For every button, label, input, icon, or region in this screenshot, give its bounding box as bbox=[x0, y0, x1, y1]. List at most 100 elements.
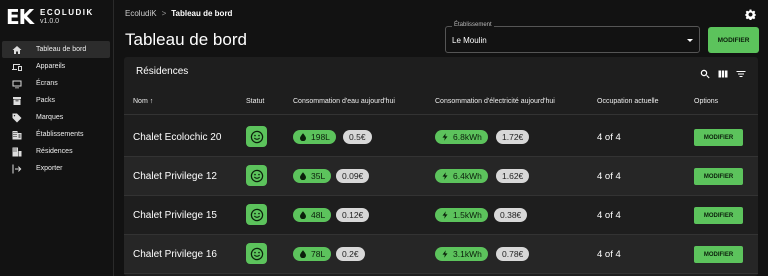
smiley-status-icon bbox=[246, 126, 267, 147]
pack-icon bbox=[11, 96, 23, 106]
sidebar-item-label: Écrans bbox=[36, 80, 58, 87]
water-drop-icon bbox=[300, 172, 306, 180]
water-cost-pill: 0.2€ bbox=[336, 247, 365, 261]
column-header-status[interactable]: Statut bbox=[246, 98, 264, 105]
table-row: Chalet Privilege 16 78L 0.2€ 3.1kWh 0.78… bbox=[124, 235, 758, 274]
column-header-water[interactable]: Consommation d'eau aujourd'hui bbox=[293, 98, 395, 105]
residence-name: Chalet Privilege 15 bbox=[133, 210, 217, 221]
smiley-status-icon bbox=[246, 165, 267, 186]
brand-name: ECOLUDIK bbox=[40, 8, 94, 17]
modify-residence-button[interactable]: MODIFIER bbox=[694, 246, 743, 263]
lightning-icon bbox=[442, 172, 448, 180]
filter-icon[interactable] bbox=[736, 66, 746, 84]
column-header-occupancy[interactable]: Occupation actuelle bbox=[597, 98, 658, 105]
breadcrumb: EcoludiK > Tableau de bord bbox=[125, 9, 232, 18]
sidebar: EK ECOLUDIK v1.0.0 Tableau de bord Appar… bbox=[0, 0, 114, 276]
building-icon bbox=[11, 130, 23, 140]
smiley-status-icon bbox=[246, 243, 267, 264]
establishment-select-label: Établissement bbox=[452, 22, 494, 28]
monitor-icon bbox=[11, 79, 23, 89]
electricity-cost-pill: 1.72€ bbox=[496, 130, 530, 144]
breadcrumb-current: Tableau de bord bbox=[171, 9, 233, 18]
electricity-usage-pill: 1.5kWh bbox=[435, 208, 488, 222]
lightning-icon bbox=[442, 250, 448, 258]
water-usage-value: 78L bbox=[311, 249, 326, 259]
gear-icon[interactable] bbox=[745, 7, 756, 20]
sidebar-item-establishments[interactable]: Établissements bbox=[2, 126, 110, 143]
water-usage-pill: 48L bbox=[293, 208, 332, 222]
sidebar-item-export[interactable]: Exporter bbox=[2, 160, 110, 177]
breadcrumb-root[interactable]: EcoludiK bbox=[125, 9, 157, 18]
modify-residence-button[interactable]: MODIFIER bbox=[694, 168, 743, 185]
electricity-usage-value: 6.8kWh bbox=[453, 132, 482, 142]
establishment-select[interactable]: Établissement Le Moulin bbox=[445, 22, 700, 53]
devices-icon bbox=[11, 62, 23, 72]
table-title: Résidences bbox=[136, 66, 189, 77]
sidebar-item-packs[interactable]: Packs bbox=[2, 92, 110, 109]
electricity-cost-pill: 0.38€ bbox=[494, 208, 528, 222]
brand-mark: EK bbox=[6, 5, 34, 29]
modify-residence-button[interactable]: MODIFIER bbox=[694, 129, 743, 146]
modify-establishment-button[interactable]: MODIFIER bbox=[708, 27, 759, 53]
column-header-name[interactable]: Nom ↑ bbox=[133, 98, 153, 105]
water-usage-pill: 35L bbox=[293, 169, 332, 183]
export-icon bbox=[11, 164, 23, 174]
residence-name: Chalet Privilege 12 bbox=[133, 171, 217, 182]
table-row: Chalet Privilege 15 48L 0.12€ 1.5kWh 0.3… bbox=[124, 196, 758, 235]
columns-icon[interactable] bbox=[718, 66, 728, 84]
home-icon bbox=[11, 45, 23, 55]
residences-table: Résidences Nom ↑ Statut Consommation d'e… bbox=[124, 57, 758, 276]
water-usage-value: 198L bbox=[311, 132, 330, 142]
electricity-usage-pill: 6.4kWh bbox=[435, 169, 488, 183]
electricity-usage-value: 1.5kWh bbox=[453, 210, 482, 220]
sidebar-item-residences[interactable]: Résidences bbox=[2, 143, 110, 160]
electricity-usage-value: 6.4kWh bbox=[453, 171, 482, 181]
water-cost-pill: 0.09€ bbox=[336, 169, 370, 183]
tag-icon bbox=[11, 113, 23, 123]
water-cost-pill: 0.12€ bbox=[336, 208, 370, 222]
sidebar-item-label: Appareils bbox=[36, 63, 66, 70]
page-title: Tableau de bord bbox=[125, 30, 247, 49]
electricity-usage-value: 3.1kWh bbox=[453, 249, 482, 259]
residence-icon bbox=[11, 147, 23, 157]
column-header-options: Options bbox=[694, 98, 719, 105]
sidebar-item-dashboard[interactable]: Tableau de bord bbox=[2, 41, 110, 58]
brand-logo: EK ECOLUDIK v1.0.0 bbox=[6, 5, 94, 29]
sidebar-item-brands[interactable]: Marques bbox=[2, 109, 110, 126]
sidebar-item-label: Tableau de bord bbox=[36, 46, 87, 53]
electricity-cost-pill: 1.62€ bbox=[496, 169, 530, 183]
sidebar-item-devices[interactable]: Appareils bbox=[2, 58, 110, 75]
breadcrumb-separator: > bbox=[161, 9, 167, 18]
residence-name: Chalet Ecolochic 20 bbox=[133, 132, 222, 143]
dropdown-arrow-icon bbox=[687, 39, 693, 42]
electricity-usage-pill: 6.8kWh bbox=[435, 130, 488, 144]
sidebar-item-label: Exporter bbox=[36, 165, 63, 172]
sidebar-item-label: Établissements bbox=[36, 131, 84, 138]
electricity-usage-pill: 3.1kWh bbox=[435, 247, 488, 261]
residence-name: Chalet Privilege 16 bbox=[133, 249, 217, 260]
table-header: Nom ↑ Statut Consommation d'eau aujourd'… bbox=[124, 90, 758, 115]
sidebar-item-screens[interactable]: Écrans bbox=[2, 75, 110, 92]
water-drop-icon bbox=[300, 133, 306, 141]
occupancy-value: 4 of 4 bbox=[597, 132, 621, 143]
water-usage-pill: 78L bbox=[293, 247, 332, 261]
table-row: Chalet Ecolochic 20 198L 0.5€ 6.8kWh 1.7… bbox=[124, 118, 758, 157]
sidebar-nav: Tableau de bord Appareils Écrans Packs M… bbox=[2, 41, 110, 177]
water-usage-value: 48L bbox=[311, 210, 326, 220]
occupancy-value: 4 of 4 bbox=[597, 249, 621, 260]
occupancy-value: 4 of 4 bbox=[597, 210, 621, 221]
lightning-icon bbox=[442, 211, 448, 219]
column-header-electricity[interactable]: Consommation d'électricité aujourd'hui bbox=[435, 98, 555, 105]
water-usage-value: 35L bbox=[311, 171, 326, 181]
sidebar-item-label: Packs bbox=[36, 97, 56, 104]
search-icon[interactable] bbox=[700, 66, 710, 84]
water-cost-pill: 0.5€ bbox=[343, 130, 372, 144]
water-usage-pill: 198L bbox=[293, 130, 336, 144]
water-drop-icon bbox=[300, 211, 306, 219]
establishment-select-value: Le Moulin bbox=[452, 36, 487, 45]
smiley-status-icon bbox=[246, 204, 267, 225]
occupancy-value: 4 of 4 bbox=[597, 171, 621, 182]
water-drop-icon bbox=[300, 250, 306, 258]
table-row: Chalet Privilege 12 35L 0.09€ 6.4kWh 1.6… bbox=[124, 157, 758, 196]
modify-residence-button[interactable]: MODIFIER bbox=[694, 207, 743, 224]
